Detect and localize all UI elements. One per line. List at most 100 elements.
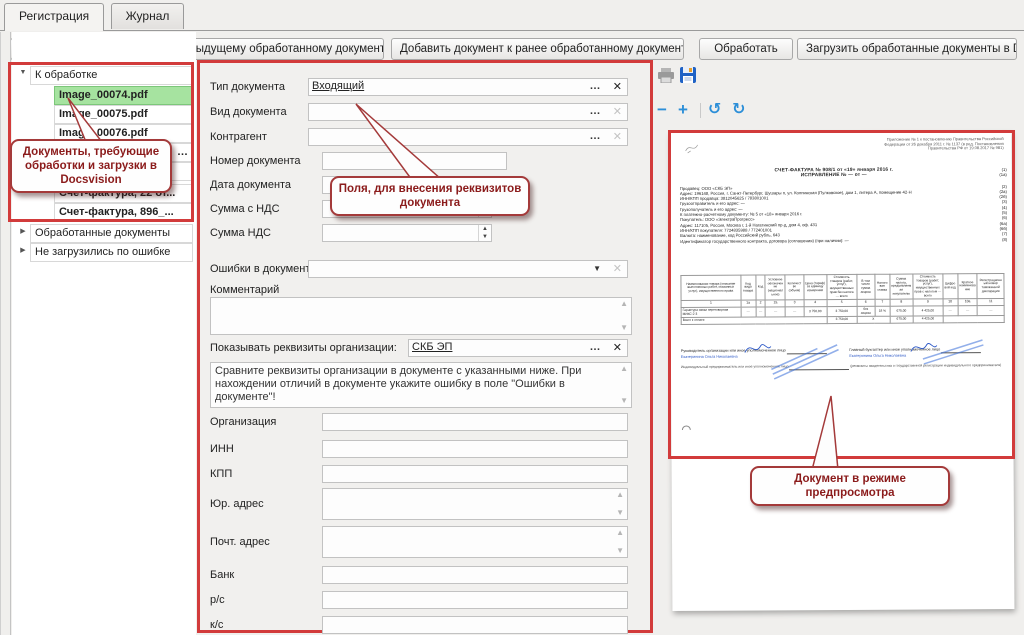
accountant-signature-name: Екатеринина Ольга Николаевна [849, 353, 906, 357]
counterparty-field[interactable]: … ✕ [308, 128, 628, 146]
document-preview-page: Приложение № 1 к постановлению Правитель… [670, 131, 1015, 611]
kpp-label: КПП [210, 465, 232, 483]
amount-with-vat-label: Сумма с НДС [210, 200, 280, 218]
invoice-cell: X [857, 317, 890, 324]
clear-icon[interactable]: ✕ [613, 80, 622, 93]
corr-account-field[interactable] [322, 616, 628, 634]
invoice-cell: Код [755, 275, 765, 300]
doc-kind-field[interactable]: … ✕ [308, 103, 628, 121]
scroll-down-icon[interactable]: ▼ [616, 547, 624, 555]
amount-vat-field[interactable]: ▲▼ [322, 224, 492, 242]
comment-field[interactable]: ▲ ▼ [210, 297, 632, 335]
stepper[interactable]: ▲▼ [478, 225, 491, 241]
chevron-right-icon[interactable]: ▶ [18, 246, 28, 254]
invoice-cell: Сумма налога, предъявляемая покупателю [890, 274, 913, 299]
lookup-ellipsis-icon[interactable]: … [587, 104, 603, 119]
scroll-up-icon[interactable]: ▲ [620, 365, 628, 373]
requisites-form: Тип документа Входящий … ✕ Вид документа… [197, 60, 653, 633]
scroll-down-icon[interactable]: ▼ [620, 397, 628, 405]
zoom-out-icon[interactable]: − [657, 100, 667, 120]
invoice-cell: — [766, 307, 786, 318]
invoice-cell: Стоимость товаров (работ, услуг), имущес… [827, 274, 857, 299]
organization-field[interactable] [322, 413, 628, 431]
head-signature-name: Екатеринина Ольга Николаевна [681, 354, 738, 358]
invoice-cell: — [943, 306, 958, 316]
zoom-in-icon[interactable]: + [678, 100, 688, 120]
doc-number-field[interactable] [322, 152, 507, 170]
counterparty-label: Контрагент [210, 128, 267, 146]
invoice-cell: Стоимость товаров (работ, услуг), имущес… [913, 274, 943, 299]
invoice-cell: — [741, 307, 756, 317]
amount-vat-label: Сумма НДС [210, 224, 271, 242]
upload-dv-button[interactable]: Загрузить обработанные документы в DV [797, 38, 1017, 60]
scroll-up-icon[interactable]: ▲ [616, 491, 624, 499]
tree-item-image-00074[interactable]: Image_00074.pdf [54, 86, 193, 105]
clear-icon-disabled: ✕ [613, 130, 622, 143]
rotate-ccw-icon[interactable]: ↺ [708, 99, 721, 119]
tree-item-image-00075[interactable]: Image_00075.pdf [54, 105, 193, 124]
lookup-ellipsis-icon[interactable]: … [587, 340, 603, 355]
invoice-cell: Всего к оплате [681, 317, 827, 325]
hole-punch-mark [681, 425, 691, 431]
add-document-button[interactable]: Добавить документ к ранее обработанному … [391, 38, 684, 60]
chevron-down-icon[interactable]: ▼ [18, 69, 28, 76]
toolbar-separator [700, 103, 701, 118]
save-icon[interactable] [680, 67, 696, 88]
rotate-cw-icon[interactable]: ↻ [732, 99, 745, 119]
tree-group-failed[interactable]: Не загрузились по ошибке [30, 243, 193, 262]
chevron-right-icon[interactable]: ▶ [18, 227, 28, 235]
doc-type-label: Тип документа [210, 78, 285, 96]
invoice-cell: 3 750,00 [827, 317, 857, 324]
print-icon[interactable] [658, 68, 674, 88]
left-edge-strip [0, 32, 11, 635]
invoice-cell: Количество (объем) [785, 275, 803, 300]
postal-address-field[interactable]: ▲ ▼ [322, 526, 628, 558]
tree-group-to-process[interactable]: К обработке [30, 66, 193, 85]
invoice-cell: — [958, 306, 978, 317]
postal-address-label: Почт. адрес [210, 533, 270, 551]
invoice-cell: — [785, 307, 803, 318]
lookup-ellipsis-icon[interactable]: … [587, 79, 603, 94]
doc-number-label: Номер документа [210, 152, 301, 170]
settlement-account-field[interactable] [322, 591, 628, 609]
lookup-ellipsis-icon[interactable]: … [587, 129, 603, 144]
invoice-cell: Налоговая ставка [875, 274, 890, 299]
errors-label: Ошибки в документе [210, 260, 316, 278]
legal-address-field[interactable]: ▲ ▼ [322, 488, 628, 520]
tab-journal[interactable]: Журнал [111, 3, 185, 29]
compare-info-box: Сравните реквизиты организации в докумен… [210, 362, 632, 408]
organization-label: Организация [210, 413, 276, 431]
doc-date-label: Дата документа [210, 176, 291, 194]
invoice-cell: 675,00 [890, 306, 913, 317]
invoice-cell: В том числе сумма акциза [856, 274, 874, 299]
doc-type-field[interactable]: Входящий … ✕ [308, 78, 628, 96]
tree-callout: Документы, требующие обработки и загрузк… [10, 139, 172, 193]
invoice-line: ИСПРАВЛЕНИЕ № — от —(1а) [680, 172, 1007, 179]
invoice-cell: Цена (тариф) за единицу измерения [803, 275, 826, 300]
bank-field[interactable] [322, 566, 628, 584]
scroll-down-icon[interactable]: ▼ [616, 509, 624, 517]
errors-field[interactable]: ▼ ✕ [308, 260, 628, 278]
scroll-down-icon[interactable]: ▼ [620, 324, 628, 332]
scroll-up-icon[interactable]: ▲ [620, 300, 628, 308]
tree-item-invoice-896[interactable]: Счет-фактура, 896_... [54, 203, 193, 222]
process-button[interactable]: Обработать [699, 38, 793, 60]
invoice-cell: — [978, 305, 1005, 316]
org-requisites-value: СКБ ЭП [412, 341, 452, 353]
invoice-cell: Код вида товара [741, 275, 756, 300]
clear-icon[interactable]: ✕ [613, 341, 622, 354]
inn-field[interactable] [322, 440, 628, 458]
tab-registration[interactable]: Регистрация [4, 3, 104, 31]
invoice-cell: 675,00 [890, 316, 913, 323]
tree-group-processed[interactable]: Обработанные документы [30, 224, 193, 243]
invoice-table-wrap: Наименование товара (описание выполненны… [680, 273, 1004, 325]
invoice-cell: Цифровой код [943, 274, 958, 299]
tabstrip: Регистрация Журнал [4, 3, 186, 29]
invoice-line: Идентификатор государственного контракта… [680, 237, 1007, 244]
scroll-up-icon[interactable]: ▲ [616, 529, 624, 537]
invoice-cell: Условное обозначение (национальное) [765, 275, 785, 300]
chevron-down-icon[interactable]: ▼ [593, 264, 601, 273]
org-requisites-field[interactable]: СКБ ЭП … ✕ [408, 339, 628, 357]
kpp-field[interactable] [322, 465, 628, 483]
invoice-corner-note: Приложение № 1 к постановлению Правитель… [876, 137, 1004, 152]
